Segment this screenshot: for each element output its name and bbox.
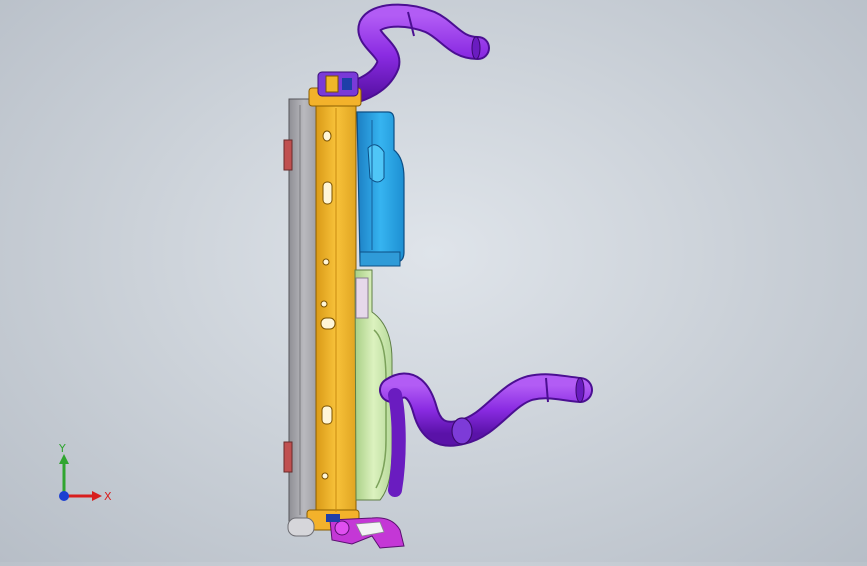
graphics-viewport[interactable]: Y X	[0, 0, 867, 562]
z-axis-dot	[59, 491, 69, 501]
upper-mount-bracket[interactable]	[317, 71, 359, 97]
lower-radiator-hose[interactable]	[379, 372, 593, 497]
y-axis-arrowhead	[59, 454, 69, 464]
x-axis-arrowhead	[92, 491, 102, 501]
x-axis-label: X	[104, 490, 112, 503]
coolant-reservoir-tank[interactable]	[356, 111, 405, 267]
coordinate-triad: Y X	[48, 440, 118, 510]
model-canvas[interactable]	[0, 0, 867, 562]
y-axis-label: Y	[58, 442, 66, 455]
radiator-side-plate[interactable]	[283, 98, 320, 522]
hose-clamp	[451, 417, 473, 445]
lower-mount-bracket[interactable]	[287, 514, 405, 549]
